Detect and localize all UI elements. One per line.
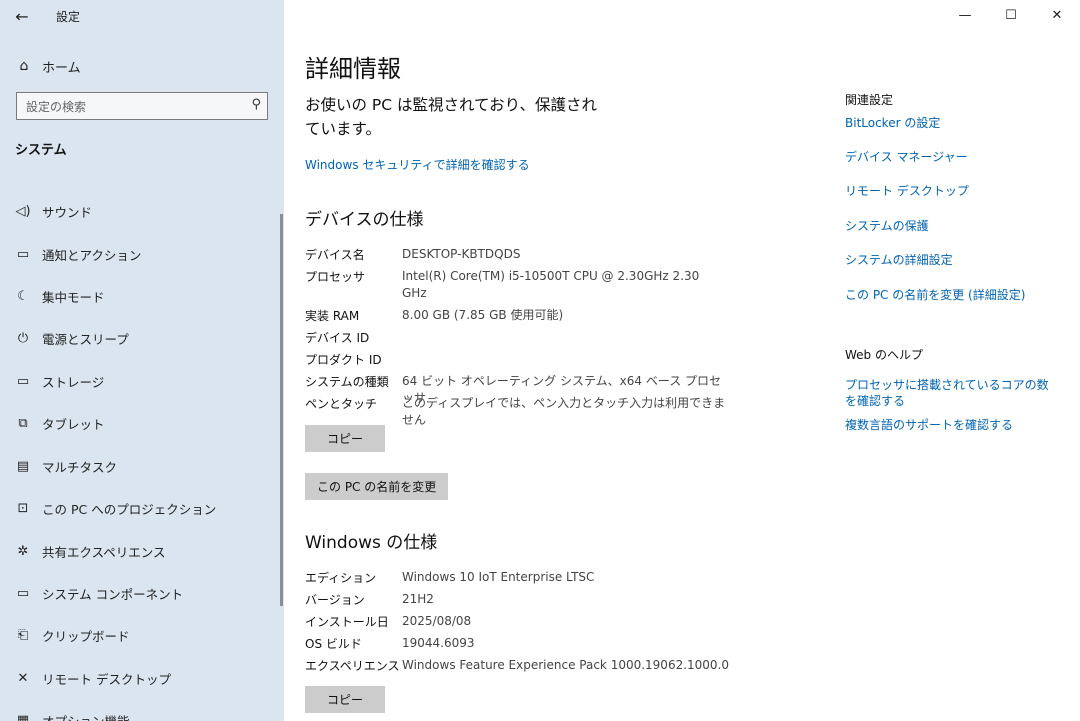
web-help-heading: Web のヘルプ xyxy=(845,348,923,362)
advanced-system-settings-link[interactable]: システムの詳細設定 xyxy=(845,252,1060,268)
speaker-icon: ◁) xyxy=(15,203,31,219)
spec-key: バージョン xyxy=(305,593,365,607)
spec-key: OS ビルド xyxy=(305,637,362,651)
sidebar-item-power[interactable]: ⏻ 電源とスリープ xyxy=(0,321,280,355)
spec-value: DESKTOP-KBTDQDS xyxy=(402,247,521,261)
sidebar-item-label: オプション機能 xyxy=(42,713,130,721)
spec-key: エクスペリエンス xyxy=(305,659,400,673)
spec-value: Windows Feature Experience Pack 1000.190… xyxy=(402,658,730,672)
spec-key: デバイス ID xyxy=(305,331,370,345)
sidebar-item-clipboard[interactable]: ⎗ クリップボード xyxy=(0,618,280,652)
sidebar-item-projection[interactable]: ⊡ この PC へのプロジェクション xyxy=(0,491,280,525)
spec-key: 実装 RAM xyxy=(305,309,360,323)
related-settings-heading: 関連設定 xyxy=(845,93,894,107)
sidebar-item-focus[interactable]: ☾ 集中モード xyxy=(0,279,280,313)
home-icon: ⌂ xyxy=(19,58,29,74)
spec-key: システムの種類 xyxy=(305,375,389,389)
app-title: 設定 xyxy=(56,10,81,24)
sidebar-item-components[interactable]: ▭ システム コンポーネント xyxy=(0,576,280,610)
main-panel: — ☐ ✕ 詳細情報 お使いの PC は監視されており、保護されています。 Wi… xyxy=(284,0,1080,721)
back-button[interactable]: ← xyxy=(8,4,36,28)
close-icon: ✕ xyxy=(1051,7,1063,23)
spec-value: このディスプレイでは、ペン入力とタッチ入力は利用できません xyxy=(402,396,726,427)
spec-value: Intel(R) Core(TM) i5-10500T CPU @ 2.30GH… xyxy=(402,269,700,300)
sidebar-scrollbar[interactable] xyxy=(280,214,283,606)
arrow-left-icon: ← xyxy=(15,6,29,26)
maximize-icon: ☐ xyxy=(1005,7,1017,23)
minimize-button[interactable]: — xyxy=(942,0,988,30)
maximize-button[interactable]: ☐ xyxy=(988,0,1034,30)
sidebar: ← 設定 ⌂ ホーム 設定の検索 ⚲ システム ◁) サウンド ▭ 通知とアクシ… xyxy=(0,0,284,721)
search-placeholder: 設定の検索 xyxy=(26,100,87,114)
copy-device-spec-button[interactable]: コピー xyxy=(305,425,385,452)
processor-cores-link[interactable]: プロセッサに搭載されているコアの数を確認する xyxy=(845,377,1060,409)
title-bar: ← 設定 xyxy=(0,0,284,32)
minimize-icon: — xyxy=(958,7,972,23)
sidebar-item-optional-features[interactable]: ▦ オプション機能 xyxy=(0,703,280,721)
search-input[interactable]: 設定の検索 ⚲ xyxy=(16,92,268,120)
sidebar-item-label: 集中モード xyxy=(42,289,105,305)
moon-icon: ☾ xyxy=(17,288,29,304)
search-icon: ⚲ xyxy=(251,97,261,112)
spec-value: 21H2 xyxy=(402,592,434,606)
sidebar-item-label: 電源とスリープ xyxy=(42,331,129,347)
rename-pc-button[interactable]: この PC の名前を変更 xyxy=(305,473,449,500)
sidebar-item-label: クリップボード xyxy=(42,628,130,644)
sidebar-item-shared-experiences[interactable]: ✲ 共有エクスペリエンス xyxy=(0,534,280,568)
copy-windows-spec-button[interactable]: コピー xyxy=(305,686,385,713)
sidebar-item-remote-desktop[interactable]: ✕ リモート デスクトップ xyxy=(0,661,280,695)
close-button[interactable]: ✕ xyxy=(1034,0,1080,30)
multitask-icon: ▤ xyxy=(16,458,30,474)
home-nav-item[interactable]: ⌂ ホーム xyxy=(0,50,284,82)
remote-desktop-icon: ✕ xyxy=(17,670,29,686)
sidebar-item-label: タブレット xyxy=(42,416,105,432)
spec-value: Windows 10 IoT Enterprise LTSC xyxy=(402,570,595,584)
clipboard-icon: ⎗ xyxy=(17,627,29,643)
spec-key: プロダクト ID xyxy=(305,353,382,367)
window-controls: — ☐ ✕ xyxy=(942,0,1080,30)
rename-pc-advanced-link[interactable]: この PC の名前を変更 (詳細設定) xyxy=(845,287,1060,303)
language-support-link[interactable]: 複数言語のサポートを確認する xyxy=(845,417,1060,433)
sidebar-item-notifications[interactable]: ▭ 通知とアクション xyxy=(0,237,280,271)
power-icon: ⏻ xyxy=(17,330,29,346)
tablet-icon: ⧉ xyxy=(18,415,28,431)
projection-icon: ⊡ xyxy=(17,500,29,516)
sidebar-item-label: ストレージ xyxy=(42,374,105,390)
page-title: 詳細情報 xyxy=(305,55,401,83)
sidebar-item-label: 通知とアクション xyxy=(42,247,142,263)
sidebar-item-label: マルチタスク xyxy=(42,459,118,475)
share-icon: ✲ xyxy=(17,543,29,559)
protection-status: お使いの PC は監視されており、保護されています。 xyxy=(305,96,597,138)
spec-value: 8.00 GB (7.85 GB 使用可能) xyxy=(402,308,564,322)
remote-desktop-link[interactable]: リモート デスクトップ xyxy=(845,183,1060,199)
spec-key: プロセッサ xyxy=(305,270,366,284)
sidebar-item-label: システム コンポーネント xyxy=(42,586,184,602)
sidebar-item-sound[interactable]: ◁) サウンド xyxy=(0,194,280,228)
security-details-link[interactable]: Windows セキュリティで詳細を確認する xyxy=(305,156,530,173)
sidebar-item-tablet[interactable]: ⧉ タブレット xyxy=(0,406,280,440)
sidebar-item-label: リモート デスクトップ xyxy=(42,671,171,687)
system-protection-link[interactable]: システムの保護 xyxy=(845,218,1060,234)
spec-key: ペンとタッチ xyxy=(305,397,378,411)
bitlocker-settings-link[interactable]: BitLocker の設定 xyxy=(845,115,1060,131)
spec-key: デバイス名 xyxy=(305,248,365,262)
storage-icon: ▭ xyxy=(16,373,30,389)
options-icon: ▦ xyxy=(16,712,30,721)
device-spec-heading: デバイスの仕様 xyxy=(305,210,424,230)
sidebar-item-storage[interactable]: ▭ ストレージ xyxy=(0,364,280,398)
spec-value: 2025/08/08 xyxy=(402,614,472,628)
sidebar-item-multitask[interactable]: ▤ マルチタスク xyxy=(0,449,280,483)
device-manager-link[interactable]: デバイス マネージャー xyxy=(845,149,1060,165)
spec-key: エディション xyxy=(305,571,377,585)
sidebar-item-label: 共有エクスペリエンス xyxy=(42,544,166,560)
notification-icon: ▭ xyxy=(16,246,30,262)
component-icon: ▭ xyxy=(16,585,30,601)
spec-key: インストール日 xyxy=(305,615,389,629)
sidebar-item-label: この PC へのプロジェクション xyxy=(42,501,217,517)
sidebar-item-label: サウンド xyxy=(42,204,93,220)
spec-value: 19044.6093 xyxy=(402,636,475,650)
home-label: ホーム xyxy=(42,60,81,76)
sidebar-section-title: システム xyxy=(15,143,67,158)
windows-spec-heading: Windows の仕様 xyxy=(305,533,438,553)
